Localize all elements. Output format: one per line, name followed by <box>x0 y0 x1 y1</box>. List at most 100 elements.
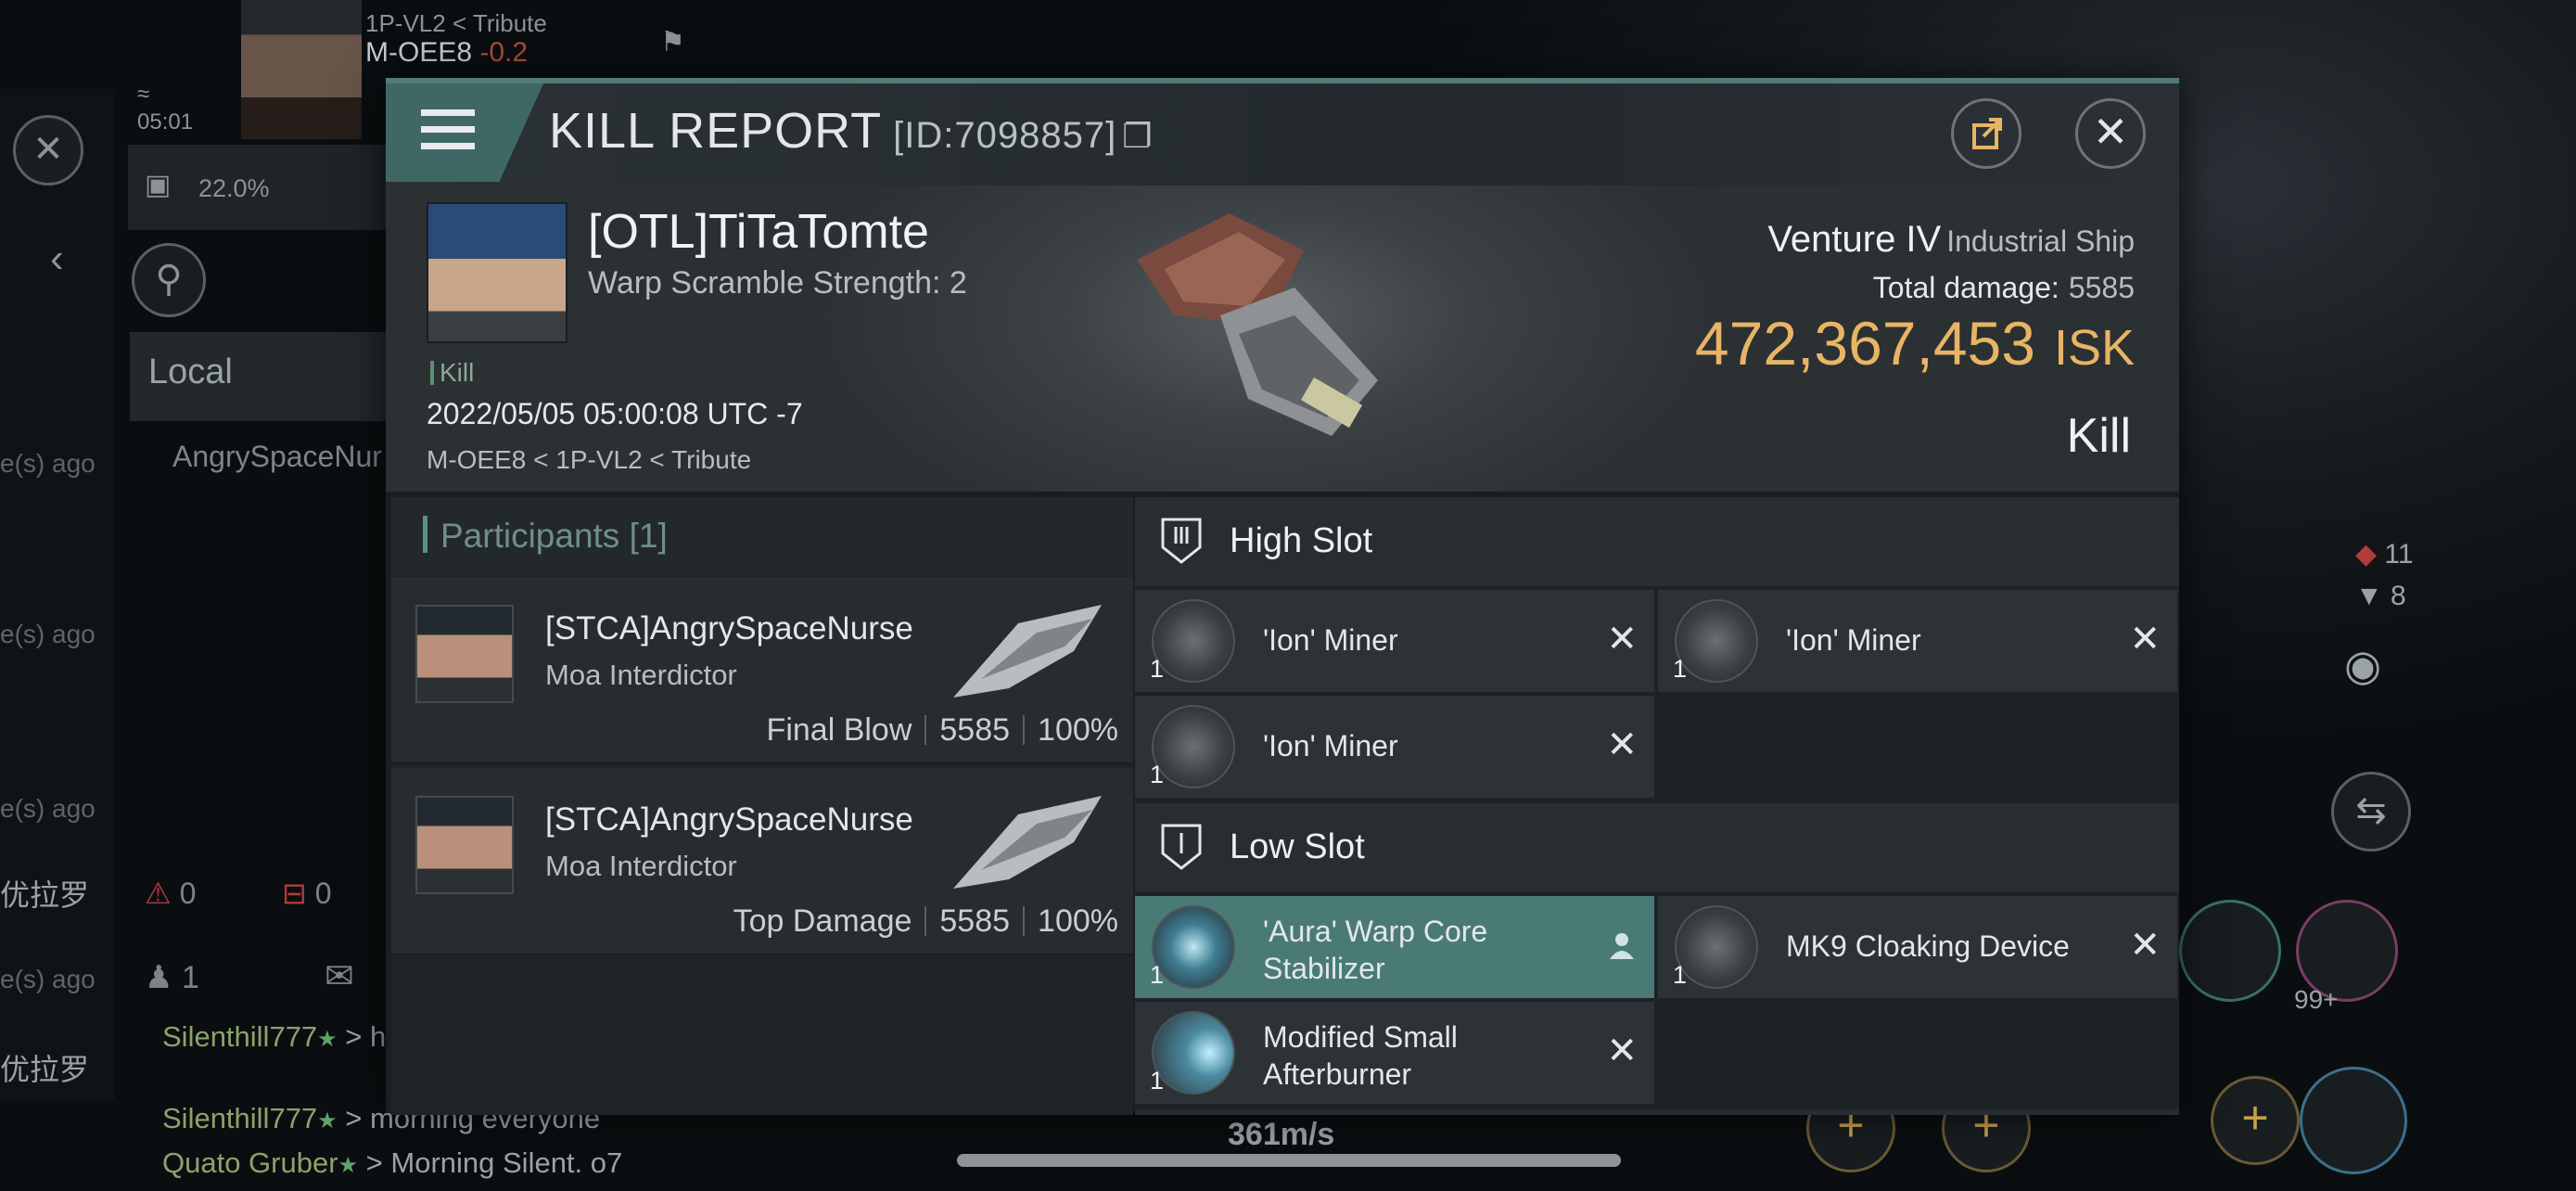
participant-row[interactable]: [STCA]AngrySpaceNurse Moa Interdictor To… <box>391 768 1133 955</box>
victim-portrait[interactable] <box>427 202 567 343</box>
add-module-button[interactable]: + <box>2211 1076 2300 1165</box>
minus-icon: ⊟ <box>282 877 307 910</box>
victim-ship-image[interactable] <box>1109 195 1387 473</box>
wifi-icon: ≈ <box>137 82 150 107</box>
drone-count: ▼ 8 <box>2355 581 2406 612</box>
kill-tag-label: Kill <box>440 358 475 387</box>
module-qty: 1 <box>1150 1067 1165 1095</box>
system-breadcrumb: 1P-VL2 < Tribute <box>365 9 547 37</box>
chat-name-cn: 优拉罗 <box>0 1053 90 1086</box>
isk-value: 472,367,453 ISK <box>1695 308 2135 378</box>
module-button[interactable] <box>2300 1067 2407 1174</box>
ago-label: e(s) ago <box>0 965 96 993</box>
module-item[interactable]: 1 MK9 Cloaking Device ✕ <box>1658 896 2177 998</box>
hamburger-icon[interactable] <box>421 109 475 152</box>
module-item[interactable]: 1 'Ion' Miner ✕ <box>1658 590 2177 692</box>
autopilot-icon[interactable]: ⚑ <box>660 26 697 63</box>
participants-title: Participants [1] <box>423 516 668 556</box>
ship-name[interactable]: Venture IV <box>1767 219 1941 260</box>
participant-stats: Top Damage 5585 100% <box>733 903 1118 940</box>
participant-stats: Final Blow 5585 100% <box>767 712 1118 749</box>
destroyed-icon: ✕ <box>1606 1031 1638 1071</box>
modal-header: KILL REPORT [ID:7098857] ❐ ✕ <box>386 83 2179 186</box>
low-slot-icon <box>1161 824 1202 870</box>
ago-label: e(s) ago <box>0 620 96 648</box>
ago-label: e(s) ago <box>0 449 96 478</box>
module-qty: 1 <box>1150 655 1165 683</box>
warp-core-stabilizer-icon <box>1152 905 1235 989</box>
ago-label: e(s) ago <box>0 794 96 823</box>
module-qty: 1 <box>1673 961 1688 989</box>
chevron-left-icon[interactable]: ‹ <box>50 236 64 282</box>
person-icon <box>1610 933 1634 959</box>
participants-header: Participants [1] <box>391 497 1133 575</box>
chat-message: > Morning Silent. o7 <box>358 1146 623 1179</box>
local-chat-tab[interactable]: Local <box>130 332 386 421</box>
other-slot-header: Ot <box>1135 1109 2179 1115</box>
module-qty: 1 <box>1150 761 1165 788</box>
person-icon: ♟ <box>145 960 173 995</box>
module-button[interactable] <box>2179 900 2281 1002</box>
region-name: Tribute <box>472 9 547 37</box>
kill-result: Kill <box>2066 409 2131 463</box>
speed-readout: 361m/s <box>1228 1117 1335 1152</box>
module-item[interactable]: 1 Modified Small Afterburner ✕ <box>1135 1002 1654 1104</box>
home-indicator[interactable] <box>957 1154 1621 1167</box>
pilot-avatar[interactable] <box>241 0 362 139</box>
report-id: [ID:7098857] <box>893 115 1117 156</box>
close-button[interactable]: ✕ <box>2075 98 2146 169</box>
participant-percent: 100% <box>1038 903 1118 939</box>
swap-button[interactable]: ⇆ <box>2331 772 2411 852</box>
high-slot-header: High Slot <box>1135 497 2179 586</box>
participant-avatar[interactable] <box>415 605 514 703</box>
module-item-dropped[interactable]: 1 'Aura' Warp Core Stabilizer <box>1135 896 1654 998</box>
participant-damage: 5585 <box>939 712 1011 748</box>
module-name: 'Ion' Miner <box>1263 729 1398 762</box>
participant-ship: Moa Interdictor <box>545 659 737 691</box>
share-button[interactable] <box>1951 98 2021 169</box>
victim-name[interactable]: [OTL]TiTaTomte <box>588 204 929 260</box>
hostile-count-value: 11 <box>2384 539 2414 570</box>
alert-icon: ⚠ <box>145 877 172 910</box>
total-damage: Total damage: 5585 <box>1873 271 2135 305</box>
miner-icon <box>1152 705 1235 788</box>
high-slot-title: High Slot <box>1230 521 1373 560</box>
participant-row[interactable]: [STCA]AngrySpaceNurse Moa Interdictor Fi… <box>391 577 1133 764</box>
module-badge: 99+ <box>2294 985 2339 1014</box>
share-icon <box>1972 118 2002 149</box>
damage-label: Total damage: <box>1872 271 2060 304</box>
isk-amount: 472,367,453 <box>1694 309 2035 378</box>
participant-role: Final Blow <box>766 712 912 748</box>
clock-text: 05:01 <box>137 109 194 134</box>
destroyed-icon: ✕ <box>1606 619 1638 660</box>
isk-unit: ISK <box>2053 320 2135 376</box>
star-icon: ★ <box>317 1027 338 1052</box>
participant-ship-image <box>953 796 1102 889</box>
cargo-bar[interactable]: ▣ 22.0% <box>128 145 388 230</box>
participant-role: Top Damage <box>733 903 912 939</box>
drone-icon: ▼ <box>2355 581 2383 611</box>
ship-line: Venture IV Industrial Ship <box>1767 219 2135 261</box>
star-icon: ★ <box>317 1108 338 1133</box>
warp-scramble-text: Warp Scramble Strength: 2 <box>588 265 967 301</box>
chat-author: Silenthill777 <box>162 1020 318 1053</box>
module-item[interactable]: 1 'Ion' Miner ✕ <box>1135 590 1654 692</box>
eye-icon[interactable]: ◉ <box>2344 640 2381 690</box>
cargo-icon: ▣ <box>145 170 172 200</box>
ship-class: Industrial Ship <box>1946 224 2135 258</box>
participants-title-text: Participants [1] <box>440 517 668 555</box>
close-overlay-button[interactable]: ✕ <box>13 115 83 186</box>
mail-icon[interactable]: ✉ <box>325 955 354 997</box>
local-label: Local <box>148 352 233 391</box>
local-member[interactable]: AngrySpaceNur <box>172 440 382 474</box>
module-item[interactable]: 1 'Ion' Miner ✕ <box>1135 696 1654 798</box>
kill-report-modal: KILL REPORT [ID:7098857] ❐ ✕ [OTL]TiTaTomt… <box>386 78 2179 1115</box>
kill-date: 2022/05/05 05:00:08 UTC -7 <box>427 397 803 430</box>
red-count-value: 0 <box>179 877 197 910</box>
participant-name: [STCA]AngrySpaceNurse <box>545 610 913 647</box>
copy-icon[interactable]: ❐ <box>1122 117 1153 155</box>
people-count[interactable]: ♟ 1 <box>145 959 199 996</box>
participant-avatar[interactable] <box>415 796 514 894</box>
miner-icon <box>1152 599 1235 683</box>
location-pin-button[interactable]: ⚲ <box>132 243 206 317</box>
